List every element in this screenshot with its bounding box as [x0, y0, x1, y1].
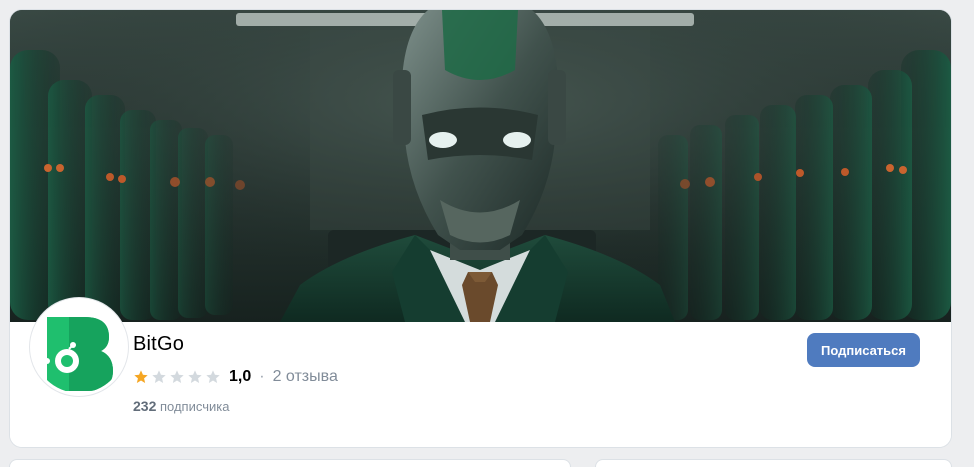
star-empty-icon: [170, 370, 184, 383]
next-card-right: [596, 460, 951, 467]
rating-separator: ·: [259, 368, 265, 385]
reviews-link[interactable]: 2 отзыва: [273, 368, 338, 386]
star-empty-icon: [152, 370, 166, 383]
subscribers-label: подписчика: [159, 399, 230, 414]
group-avatar[interactable]: [30, 298, 128, 396]
next-section-tops: [10, 460, 951, 467]
star-empty-icon: [188, 370, 202, 383]
cover-image[interactable]: [10, 10, 951, 322]
rating-row[interactable]: 1,0 · 2 отзыва: [133, 366, 338, 388]
subscribers-count[interactable]: 232 подписчика: [133, 398, 229, 414]
star-empty-icon: [206, 370, 220, 383]
next-card-left: [10, 460, 570, 467]
subscribers-number: 232: [133, 398, 157, 414]
rating-value: 1,0: [229, 368, 252, 385]
rating-stars: [133, 369, 221, 385]
star-filled-icon: [134, 370, 148, 383]
bitgo-logo-icon: [33, 301, 125, 393]
group-name: BitGo: [133, 333, 185, 355]
subscribe-button[interactable]: Подписаться: [807, 333, 920, 367]
